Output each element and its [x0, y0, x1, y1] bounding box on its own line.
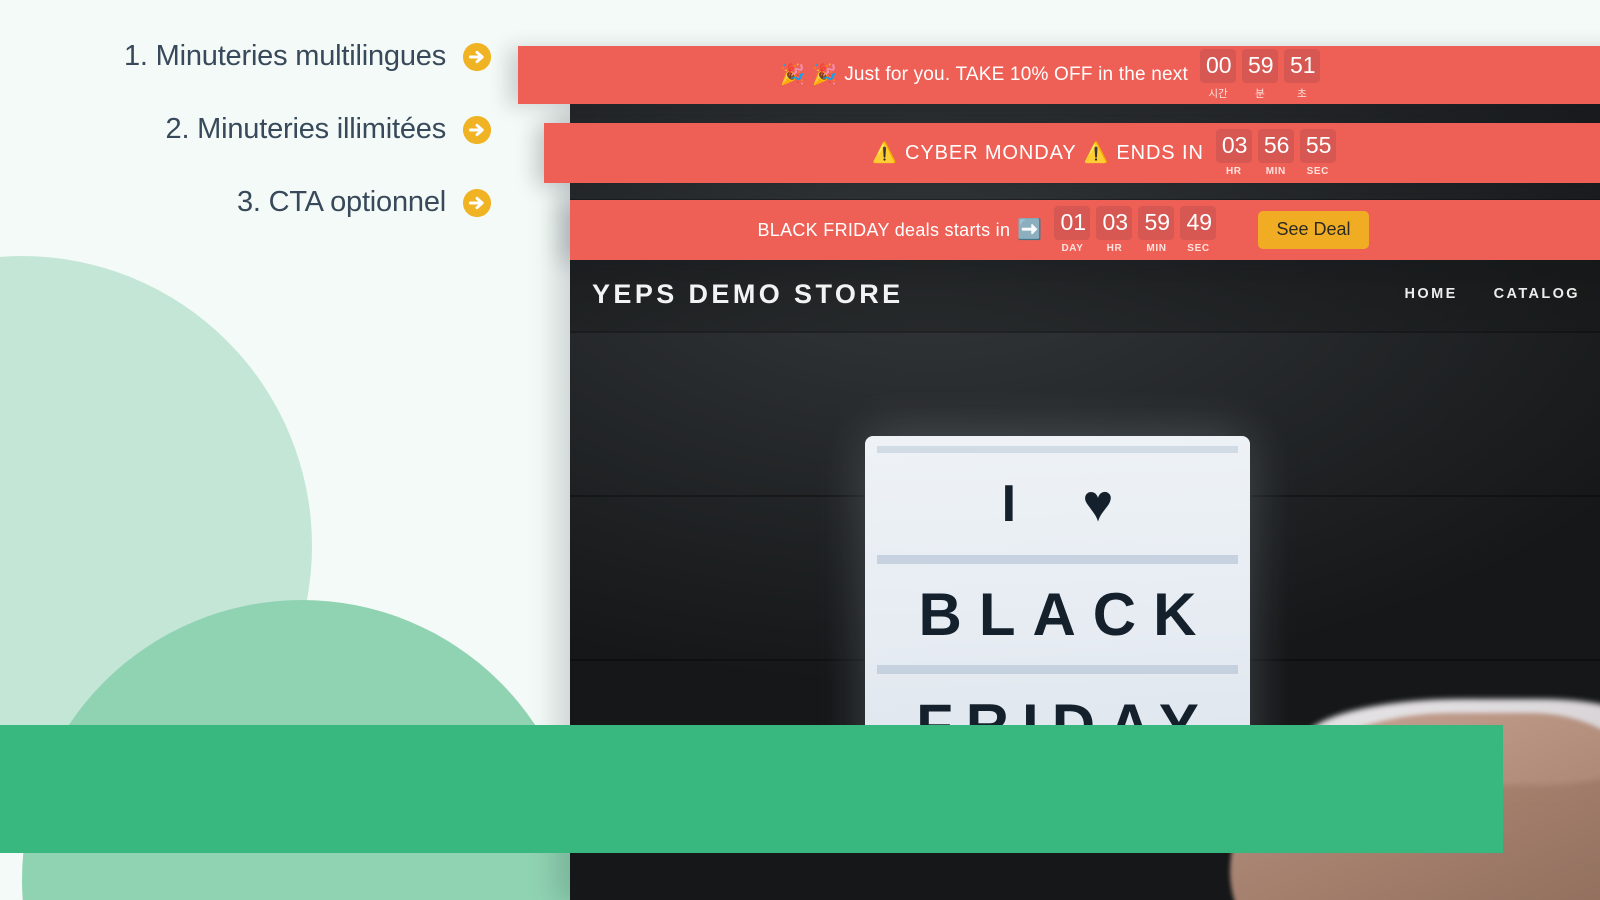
arrow-right-circle-icon-2[interactable]: [462, 115, 492, 145]
feature-label-3: 3. CTA optionnel: [236, 186, 446, 218]
feature-label-1: 1. Minuteries multilingues: [124, 40, 446, 72]
timer-seconds-value: 51: [1283, 49, 1320, 83]
banner-1-message-group: 🎉 🎉 Just for you. TAKE 10% OFF in the ne…: [780, 64, 1188, 86]
banner-2-message-b: ENDS IN: [1116, 141, 1204, 164]
banner-2-message-a: CYBER MONDAY: [905, 141, 1077, 164]
timer-hr-value-3: 03: [1096, 206, 1133, 240]
feature-label-2: 2. Minuteries illimitées: [165, 113, 447, 145]
timer-sec-label-3: SEC: [1187, 243, 1210, 254]
timer-cell-seconds: 51 초: [1283, 49, 1320, 101]
see-deal-button[interactable]: See Deal: [1258, 211, 1369, 249]
timer-hr-value: 03: [1215, 129, 1252, 163]
nav-link-home[interactable]: HOME: [1405, 286, 1458, 302]
timer-cell-min-3: 59 MIN: [1138, 206, 1175, 254]
timer-cell-minutes: 59 분: [1241, 49, 1278, 101]
arrow-right-circle-icon-3[interactable]: [462, 188, 492, 218]
feature-item-unlimited[interactable]: 2. Minuteries illimitées: [0, 113, 492, 146]
store-nav: HOME CATALOG: [1405, 281, 1600, 307]
banner-3-message: BLACK FRIDAY deals starts in: [757, 219, 1011, 240]
timer-cell-hr-3: 03 HR: [1096, 206, 1133, 254]
party-popper-icon: 🎉: [780, 64, 806, 86]
timer-min-value: 56: [1257, 129, 1294, 163]
timer-sec-label: SEC: [1306, 166, 1329, 177]
countdown-banner-multilingual[interactable]: 🎉 🎉 Just for you. TAKE 10% OFF in the ne…: [518, 46, 1600, 104]
timer-seconds-label: 초: [1297, 88, 1307, 100]
feature-item-cta[interactable]: 3. CTA optionnel: [0, 186, 492, 219]
timer-cell-hours: 00 시간: [1199, 49, 1236, 101]
timer-day-value: 01: [1054, 206, 1091, 240]
timer-cell-day: 01 DAY: [1054, 206, 1091, 254]
countdown-banner-black-friday[interactable]: BLACK FRIDAY deals starts in ➡️ 01 DAY 0…: [570, 200, 1600, 260]
timer-min-value-3: 59: [1138, 206, 1175, 240]
green-accent-bar: [0, 725, 1503, 853]
store-logo[interactable]: YEPS DEMO STORE: [592, 279, 904, 310]
lightbox-line-2: BLACK: [877, 554, 1238, 666]
banner-2-timer: 03 HR 56 MIN 55 SEC: [1215, 129, 1336, 177]
banner-1-message: Just for you. TAKE 10% OFF in the next: [844, 64, 1188, 85]
timer-cell-min: 56 MIN: [1257, 129, 1294, 177]
timer-minutes-value: 59: [1241, 49, 1278, 83]
banner-3-timer: 01 DAY 03 HR 59 MIN 49 SEC: [1054, 206, 1217, 254]
feature-item-multilingual[interactable]: 1. Minuteries multilingues: [0, 40, 492, 73]
timer-minutes-label: 분: [1255, 88, 1265, 100]
timer-hours-label: 시간: [1208, 88, 1228, 100]
banner-1-timer: 00 시간 59 분 51 초: [1199, 49, 1320, 101]
timer-hr-label-3: HR: [1106, 243, 1123, 254]
banner-3-message-group: BLACK FRIDAY deals starts in ➡️: [757, 220, 1042, 241]
banner-2-message-group: ⚠️ CYBER MONDAY ⚠️ ENDS IN: [872, 142, 1204, 165]
timer-day-label: DAY: [1061, 243, 1084, 254]
arrow-right-emoji-icon: ➡️: [1017, 219, 1043, 241]
timer-min-label: MIN: [1265, 166, 1286, 177]
countdown-banner-cyber-monday[interactable]: ⚠️ CYBER MONDAY ⚠️ ENDS IN 03 HR 56 MIN …: [544, 123, 1600, 183]
timer-cell-hr: 03 HR: [1215, 129, 1252, 177]
timer-cell-sec-3: 49 SEC: [1180, 206, 1217, 254]
timer-cell-sec: 55 SEC: [1299, 129, 1336, 177]
nav-link-catalog[interactable]: CATALOG: [1494, 286, 1580, 302]
timer-hours-value: 00: [1199, 49, 1236, 83]
arrow-right-circle-icon[interactable]: [462, 42, 492, 72]
lightbox-line-1: I ♥: [877, 446, 1238, 555]
warning-icon: ⚠️: [872, 142, 898, 164]
timer-sec-value: 55: [1299, 129, 1336, 163]
store-header: YEPS DEMO STORE HOME CATALOG: [570, 257, 1600, 331]
timer-hr-label: HR: [1225, 166, 1242, 177]
warning-icon-2: ⚠️: [1083, 142, 1110, 164]
party-popper-icon-2: 🎉: [812, 64, 838, 86]
timer-min-label-3: MIN: [1146, 243, 1167, 254]
feature-list: 1. Minuteries multilingues 2. Minuteries…: [0, 40, 500, 219]
timer-sec-value-3: 49: [1180, 206, 1217, 240]
